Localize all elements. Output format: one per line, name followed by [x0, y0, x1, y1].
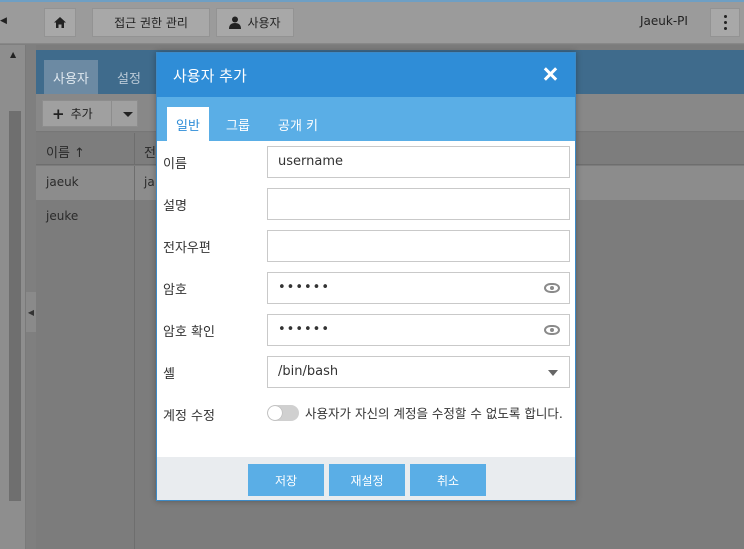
access-management-label: 접근 권한 관리: [114, 16, 188, 30]
add-user-dialog: 사용자 추가 일반 그룹 공개 키 이름 username 설명 전자우편 암호…: [156, 52, 576, 501]
home-button[interactable]: [44, 8, 76, 37]
description-field[interactable]: [267, 188, 570, 220]
close-icon[interactable]: [543, 67, 557, 81]
column-divider: [134, 166, 135, 549]
password-confirm-field[interactable]: ••••••: [267, 314, 570, 346]
add-user-button[interactable]: + 추가: [42, 100, 138, 127]
tab-public-key[interactable]: 공개 키: [269, 107, 327, 141]
dialog-title: 사용자 추가: [173, 67, 247, 85]
divider: [111, 101, 112, 126]
toggle-knob: [268, 406, 282, 420]
cancel-button[interactable]: 취소: [410, 464, 486, 496]
top-accent-line: [0, 0, 744, 2]
user-icon: [229, 16, 242, 29]
plus-icon: +: [52, 104, 65, 123]
tab-settings[interactable]: 설정: [108, 60, 150, 94]
shell-value: /bin/bash: [278, 364, 339, 379]
users-breadcrumb-label: 사용자: [247, 16, 281, 30]
tab-general[interactable]: 일반: [167, 107, 209, 141]
dialog-footer: 저장 재설정 취소: [157, 457, 575, 500]
email-label: 전자우편: [163, 241, 211, 256]
eye-icon[interactable]: [544, 325, 560, 335]
account-edit-label: 계정 수정: [163, 409, 215, 424]
email-field[interactable]: [267, 230, 570, 262]
password-label: 암호: [163, 283, 187, 298]
cell-description: ja: [144, 175, 155, 189]
left-scrollbar[interactable]: ▲: [0, 45, 26, 549]
password-confirm-label: 암호 확인: [163, 325, 215, 340]
users-breadcrumb-button[interactable]: 사용자: [216, 8, 294, 37]
password-field[interactable]: ••••••: [267, 272, 570, 304]
collapse-left-icon[interactable]: ◀: [0, 16, 8, 28]
more-menu-button[interactable]: [710, 8, 740, 37]
account-edit-description: 사용자가 자신의 계정을 수정할 수 없도록 합니다.: [305, 406, 563, 421]
cell-name: jaeuk: [46, 175, 79, 189]
home-icon: [54, 17, 66, 28]
scroll-up-icon[interactable]: ▲: [10, 50, 16, 59]
divider: [134, 133, 135, 165]
cell-name: jeuke: [46, 209, 79, 223]
dialog-tab-bar: 일반 그룹 공개 키: [157, 97, 575, 141]
tab-groups[interactable]: 그룹: [217, 107, 259, 141]
name-label: 이름: [163, 157, 187, 172]
chevron-down-icon[interactable]: [123, 112, 133, 117]
username-value: username: [278, 154, 343, 169]
save-button[interactable]: 저장: [248, 464, 324, 496]
account-edit-toggle[interactable]: [267, 405, 299, 421]
password-value: ••••••: [278, 280, 331, 295]
username-field[interactable]: username: [267, 146, 570, 178]
sidebar-toggle-icon[interactable]: ◀: [26, 292, 36, 332]
column-header-description[interactable]: 전: [144, 142, 156, 161]
chevron-down-icon: [548, 370, 558, 376]
column-header-name[interactable]: 이름 ↑: [46, 142, 85, 161]
tab-users[interactable]: 사용자: [44, 60, 98, 94]
vertical-dots-icon: [723, 15, 727, 30]
shell-select[interactable]: /bin/bash: [267, 356, 570, 388]
description-label: 설명: [163, 199, 187, 214]
add-label: 추가: [70, 107, 93, 121]
access-management-button[interactable]: 접근 권한 관리: [92, 8, 210, 37]
dialog-header: 사용자 추가: [157, 53, 575, 97]
password-confirm-value: ••••••: [278, 322, 331, 337]
top-toolbar: ◀ 접근 권한 관리 사용자 Jaeuk-PI: [0, 0, 744, 44]
eye-icon[interactable]: [544, 283, 560, 293]
scrollbar-thumb[interactable]: [9, 111, 21, 501]
reset-button[interactable]: 재설정: [329, 464, 405, 496]
shell-label: 셸: [163, 367, 175, 382]
host-name: Jaeuk-PI: [640, 14, 688, 28]
